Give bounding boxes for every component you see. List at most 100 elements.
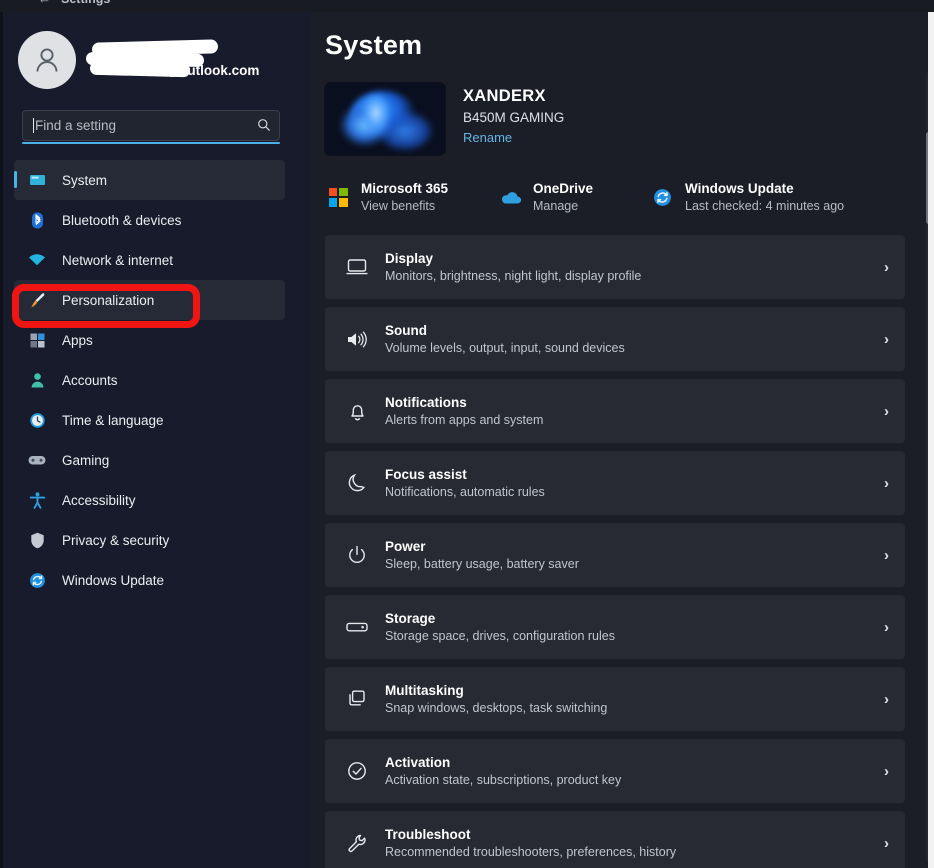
settings-card-multitasking[interactable]: Multitasking Snap windows, desktops, tas… xyxy=(325,667,905,731)
sidebar-item-label: System xyxy=(62,172,108,188)
quick-link-title: Windows Update xyxy=(685,181,794,196)
chevron-right-icon[interactable]: › xyxy=(884,475,889,492)
shield-icon xyxy=(24,531,50,550)
sidebar-item-label: Apps xyxy=(62,332,93,348)
update-refresh-icon xyxy=(649,184,675,210)
sidebar-item-gaming[interactable]: Gaming xyxy=(14,440,285,480)
sidebar-nav: System Bluetooth & devices Network & int… xyxy=(0,160,311,600)
chevron-right-icon[interactable]: › xyxy=(884,403,889,420)
clock-icon xyxy=(24,411,50,430)
sidebar-item-accounts[interactable]: Accounts xyxy=(14,360,285,400)
quick-link-title: OneDrive xyxy=(533,181,594,196)
chevron-right-icon[interactable]: › xyxy=(884,691,889,708)
update-refresh-icon xyxy=(24,571,50,590)
moon-icon xyxy=(339,472,375,494)
card-subtitle: Snap windows, desktops, task switching xyxy=(385,701,608,715)
sidebar-item-windows-update[interactable]: Windows Update xyxy=(14,560,285,600)
card-title: Notifications xyxy=(385,395,467,410)
sidebar-item-label: Gaming xyxy=(62,452,110,468)
card-subtitle: Notifications, automatic rules xyxy=(385,485,545,499)
card-title: Sound xyxy=(385,323,427,338)
chevron-right-icon[interactable]: › xyxy=(884,547,889,564)
page-title: System xyxy=(325,30,423,60)
card-subtitle: Volume levels, output, input, sound devi… xyxy=(385,341,625,355)
settings-card-focus-assist[interactable]: Focus assist Notifications, automatic ru… xyxy=(325,451,905,515)
person-avatar-icon xyxy=(36,48,58,72)
card-title: Focus assist xyxy=(385,467,467,482)
rename-link[interactable]: Rename xyxy=(463,130,564,145)
monitor-icon xyxy=(339,257,375,277)
device-model: B450M GAMING xyxy=(463,110,565,125)
accessibility-icon xyxy=(24,491,50,510)
chevron-right-icon[interactable]: › xyxy=(884,331,889,348)
search-placeholder: Find a setting xyxy=(35,118,117,133)
search-focus-underline xyxy=(22,142,280,144)
sidebar-item-label: Time & language xyxy=(62,412,164,428)
chevron-right-icon[interactable]: › xyxy=(884,835,889,852)
sidebar-item-time-language[interactable]: Time & language xyxy=(14,400,285,440)
wifi-icon xyxy=(24,250,50,270)
gamepad-icon xyxy=(24,450,50,470)
settings-sidebar: @outlook.com Find a setting System Bluet… xyxy=(0,0,311,868)
device-thumbnail xyxy=(325,83,445,155)
apps-grid-icon xyxy=(24,331,50,350)
settings-card-notifications[interactable]: Notifications Alerts from apps and syste… xyxy=(325,379,905,443)
speaker-icon xyxy=(339,329,375,350)
account-email: @outlook.com xyxy=(166,63,260,78)
card-subtitle: Sleep, battery usage, battery saver xyxy=(385,557,579,571)
search-icon[interactable] xyxy=(257,118,271,134)
settings-cards-list: Display Monitors, brightness, night ligh… xyxy=(325,235,905,868)
settings-card-activation[interactable]: Activation Activation state, subscriptio… xyxy=(325,739,905,803)
settings-card-display[interactable]: Display Monitors, brightness, night ligh… xyxy=(325,235,905,299)
bluetooth-icon xyxy=(24,211,50,230)
monitor-icon xyxy=(24,171,50,190)
onedrive-cloud-icon xyxy=(497,184,523,210)
settings-card-sound[interactable]: Sound Volume levels, output, input, soun… xyxy=(325,307,905,371)
account-header[interactable]: @outlook.com xyxy=(18,28,311,92)
quick-link-title: Microsoft 365 xyxy=(361,181,449,196)
card-subtitle: Activation state, subscriptions, product… xyxy=(385,773,622,787)
sidebar-item-system[interactable]: System xyxy=(14,160,285,200)
settings-card-storage[interactable]: Storage Storage space, drives, configura… xyxy=(325,595,905,659)
quick-link-onedrive[interactable]: OneDrive Manage xyxy=(497,181,649,213)
chevron-right-icon[interactable]: › xyxy=(884,619,889,636)
chevron-right-icon[interactable]: › xyxy=(884,259,889,276)
card-title: Power xyxy=(385,539,426,554)
wrench-icon xyxy=(339,832,375,854)
sidebar-item-apps[interactable]: Apps xyxy=(14,320,285,360)
sidebar-item-label: Privacy & security xyxy=(62,532,170,548)
quick-link-windows-update[interactable]: Windows Update Last checked: 4 minutes a… xyxy=(649,181,844,213)
window-titlebar: ← Settings xyxy=(0,0,934,12)
sidebar-item-personalization[interactable]: Personalization xyxy=(14,280,285,320)
main-content: System XANDERX B450M GAMING Rename Micro… xyxy=(311,0,934,868)
search-input[interactable]: Find a setting xyxy=(22,110,280,141)
search-container: Find a setting xyxy=(22,110,280,144)
quick-link-subtitle: View benefits xyxy=(361,199,436,213)
microsoft-logo-icon xyxy=(325,184,351,210)
card-subtitle: Storage space, drives, configuration rul… xyxy=(385,629,615,643)
quick-link-microsoft-365[interactable]: Microsoft 365 View benefits xyxy=(325,181,497,213)
chevron-right-icon[interactable]: › xyxy=(884,763,889,780)
settings-card-troubleshoot[interactable]: Troubleshoot Recommended troubleshooters… xyxy=(325,811,905,868)
power-icon xyxy=(339,544,375,566)
windows-stack-icon xyxy=(339,688,375,710)
sidebar-item-label: Bluetooth & devices xyxy=(62,212,182,228)
card-title: Display xyxy=(385,251,434,266)
sidebar-item-privacy-security[interactable]: Privacy & security xyxy=(14,520,285,560)
quick-links-row: Microsoft 365 View benefits OneDrive Man… xyxy=(325,181,934,213)
sidebar-item-bluetooth-devices[interactable]: Bluetooth & devices xyxy=(14,200,285,240)
card-title: Storage xyxy=(385,611,436,626)
settings-card-power[interactable]: Power Sleep, battery usage, battery save… xyxy=(325,523,905,587)
sidebar-item-label: Network & internet xyxy=(62,252,174,268)
avatar xyxy=(18,31,76,89)
back-arrow-icon[interactable]: ← xyxy=(38,0,51,6)
sidebar-item-accessibility[interactable]: Accessibility xyxy=(14,480,285,520)
drive-icon xyxy=(339,619,375,635)
sidebar-item-network-internet[interactable]: Network & internet xyxy=(14,240,285,280)
device-name: XANDERX xyxy=(463,87,546,105)
window-left-edge xyxy=(0,0,3,868)
card-title: Troubleshoot xyxy=(385,827,471,842)
sidebar-item-label: Accessibility xyxy=(62,492,136,508)
text-caret xyxy=(33,118,34,133)
quick-link-subtitle: Last checked: 4 minutes ago xyxy=(685,199,845,213)
